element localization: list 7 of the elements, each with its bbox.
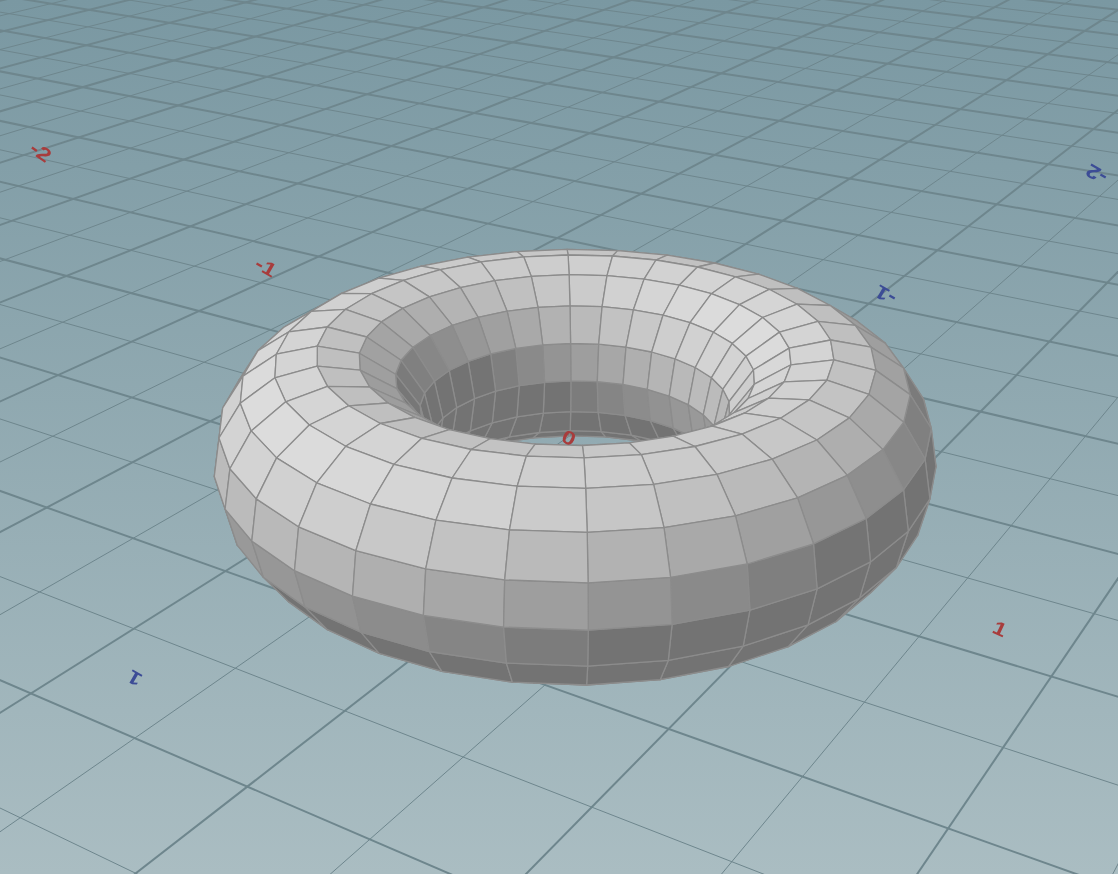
axis-label: -2 [1082,160,1111,188]
axis-label: 0 [558,426,579,450]
axis-label: -1 [871,281,900,309]
axis-label: -1 [251,253,280,281]
axis-label: 1 [989,617,1010,641]
axis-label: 1 [124,666,146,690]
axis-label: -2 [26,138,55,166]
